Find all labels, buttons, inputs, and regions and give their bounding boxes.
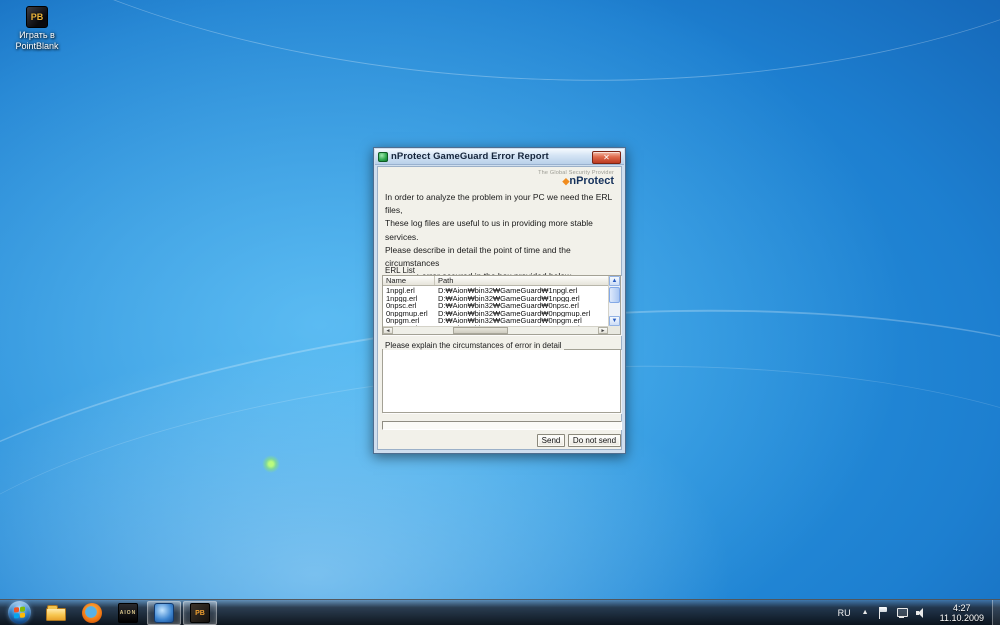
- show-desktop-button[interactable]: [992, 600, 1000, 625]
- column-header-name[interactable]: Name: [383, 276, 435, 285]
- wallpaper-sparkle: [262, 455, 280, 473]
- gameguard-error-report-window: nProtect GameGuard Error Report ✕ The Gl…: [373, 147, 626, 454]
- language-indicator[interactable]: RU: [832, 608, 857, 618]
- column-header-path[interactable]: Path: [435, 276, 620, 285]
- volume-icon[interactable]: [916, 607, 928, 619]
- do-not-send-button[interactable]: Do not send: [568, 434, 621, 447]
- explain-group-box: [382, 349, 621, 413]
- clock[interactable]: 4:27 11.10.2009: [932, 603, 992, 623]
- scroll-left-button[interactable]: ◄: [383, 327, 393, 334]
- vertical-scroll-thumb[interactable]: [609, 287, 620, 303]
- table-row[interactable]: 1npgg.erlD:₩Aion₩bin32₩GameGuard₩1npgg.e…: [383, 295, 608, 303]
- pointblank-app-icon: PB: [190, 603, 210, 623]
- shortcut-label-line2: PointBlank: [4, 41, 70, 52]
- dialog-client-area: The Global Security Provider ◆nProtect I…: [377, 166, 622, 450]
- intro-line: In order to analyze the problem in your …: [385, 191, 615, 217]
- wallpaper-light-streak: [0, 0, 1000, 104]
- system-tray: RU ▲ 4:27 11.10.2009: [832, 600, 1000, 625]
- erl-list-label: ERL List: [383, 266, 417, 275]
- erl-file-path: D:₩Aion₩bin32₩GameGuard₩0npgm.erl: [435, 317, 608, 325]
- gameguard-app-icon: [154, 603, 174, 623]
- send-progress-bar: [382, 421, 622, 430]
- table-row[interactable]: 0npgmup.erlD:₩Aion₩bin32₩GameGuard₩0npgm…: [383, 310, 608, 318]
- scrollbar-corner: [608, 326, 620, 334]
- erl-file-name: 0npgm.erl: [383, 317, 435, 325]
- gameguard-icon: [378, 152, 388, 162]
- erl-list-view: Name Path 1npgl.erlD:₩Aion₩bin32₩GameGua…: [382, 275, 621, 335]
- taskbar-item-explorer[interactable]: [39, 601, 73, 625]
- explain-group-label: Please explain the circumstances of erro…: [383, 341, 564, 350]
- taskbar-item-gameguard[interactable]: [147, 601, 181, 625]
- tray-date: 11.10.2009: [940, 613, 984, 623]
- taskbar-buttons: AION PB: [38, 600, 218, 625]
- firefox-icon: [82, 603, 102, 623]
- desktop-wallpaper: PB Играть в PointBlank nProtect GameGuar…: [0, 0, 1000, 625]
- erl-file-path: D:₩Aion₩bin32₩GameGuard₩1npgl.erl: [435, 287, 608, 295]
- desktop-shortcut-pointblank[interactable]: PB Играть в PointBlank: [4, 6, 70, 52]
- taskbar-item-pointblank[interactable]: PB: [183, 601, 217, 625]
- table-row[interactable]: 1npgl.erlD:₩Aion₩bin32₩GameGuard₩1npgl.e…: [383, 287, 608, 295]
- network-icon[interactable]: [896, 607, 908, 619]
- list-header: Name Path: [383, 276, 620, 286]
- send-button[interactable]: Send: [537, 434, 565, 447]
- explorer-folder-icon: [46, 608, 66, 621]
- erl-table-body: 1npgl.erlD:₩Aion₩bin32₩GameGuard₩1npgl.e…: [383, 287, 608, 326]
- horizontal-scroll-thumb[interactable]: [453, 327, 508, 334]
- intro-line: These log files are useful to us in prov…: [385, 217, 615, 243]
- erl-file-path: D:₩Aion₩bin32₩GameGuard₩0npsc.erl: [435, 302, 608, 310]
- action-center-flag-icon[interactable]: [878, 607, 888, 619]
- close-button[interactable]: ✕: [592, 151, 621, 164]
- erl-file-name: 0npgmup.erl: [383, 310, 435, 318]
- erl-file-name: 1npgg.erl: [383, 295, 435, 303]
- window-title: nProtect GameGuard Error Report: [391, 151, 549, 162]
- horizontal-scrollbar[interactable]: ◄ ►: [383, 326, 608, 334]
- erl-file-path: D:₩Aion₩bin32₩GameGuard₩0npgmup.erl: [435, 310, 608, 318]
- taskbar-item-aion[interactable]: AION: [111, 601, 145, 625]
- taskbar-item-firefox[interactable]: [75, 601, 109, 625]
- windows-logo-icon: [8, 601, 31, 624]
- brand-name-text: nProtect: [569, 175, 614, 187]
- tray-time: 4:27: [940, 603, 984, 613]
- erl-file-name: 0npsc.erl: [383, 302, 435, 310]
- scroll-right-button[interactable]: ►: [598, 327, 608, 334]
- erl-file-name: 1npgl.erl: [383, 287, 435, 295]
- vertical-scrollbar[interactable]: ▲ ▼: [608, 276, 620, 326]
- intro-line: Please describe in detail the point of t…: [385, 244, 615, 270]
- scroll-down-button[interactable]: ▼: [609, 316, 620, 326]
- shortcut-label-line1: Играть в: [4, 30, 70, 41]
- window-titlebar[interactable]: nProtect GameGuard Error Report ✕: [375, 149, 624, 165]
- hidden-icons-chevron[interactable]: ▲: [857, 609, 874, 616]
- pointblank-shortcut-icon: PB: [26, 6, 48, 28]
- taskbar: AION PB RU ▲ 4:27 11.10.2009: [0, 599, 1000, 625]
- table-row[interactable]: 0npgm.erlD:₩Aion₩bin32₩GameGuard₩0npgm.e…: [383, 317, 608, 325]
- aion-icon: AION: [118, 603, 138, 623]
- start-button[interactable]: [0, 600, 38, 625]
- erl-file-path: D:₩Aion₩bin32₩GameGuard₩1npgg.erl: [435, 295, 608, 303]
- nprotect-logo: The Global Security Provider ◆nProtect: [538, 170, 614, 187]
- scroll-up-button[interactable]: ▲: [609, 276, 620, 286]
- brand-name: ◆nProtect: [538, 176, 614, 187]
- circumstances-textarea[interactable]: [384, 351, 619, 411]
- table-row[interactable]: 0npsc.erlD:₩Aion₩bin32₩GameGuard₩0npsc.e…: [383, 302, 608, 310]
